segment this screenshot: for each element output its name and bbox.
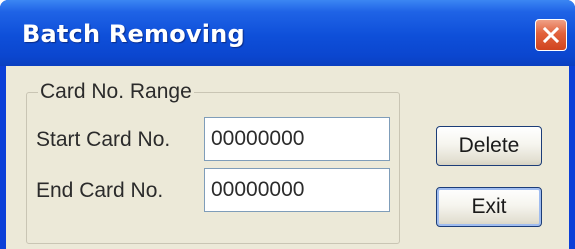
start-card-input[interactable] <box>204 117 390 161</box>
title-bar[interactable]: Batch Removing <box>0 0 575 66</box>
dialog-client-area: Card No. Range Start Card No. End Card N… <box>6 66 569 249</box>
close-icon <box>542 26 560 44</box>
exit-button[interactable]: Exit <box>436 187 542 227</box>
batch-removing-dialog: Batch Removing Card No. Range Start Card… <box>0 0 575 249</box>
end-card-input[interactable] <box>204 168 390 212</box>
start-card-label: Start Card No. <box>36 128 171 151</box>
delete-button[interactable]: Delete <box>436 126 542 166</box>
window-title: Batch Removing <box>22 20 245 48</box>
card-range-legend: Card No. Range <box>38 80 194 104</box>
close-button[interactable] <box>535 19 567 51</box>
end-card-label: End Card No. <box>36 179 164 202</box>
